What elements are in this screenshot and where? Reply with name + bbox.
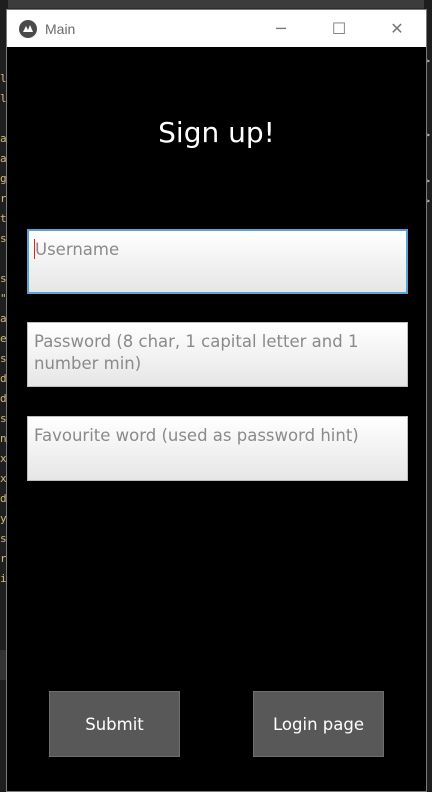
password-placeholder: Password (8 char, 1 capital letter and 1… [34,332,359,373]
app-window: Main ─ ☐ ✕ Sign up! Username Password (8… [6,9,427,792]
maximize-button[interactable]: ☐ [310,10,368,47]
close-button[interactable]: ✕ [368,10,426,47]
kivy-app-icon [19,19,37,38]
password-hint-placeholder: Favourite word (used as password hint) [34,426,359,445]
password-hint-field[interactable]: Favourite word (used as password hint) [27,416,408,481]
maximize-icon: ☐ [331,19,347,38]
window-title: Main [45,20,76,37]
desktop-top-strip [0,0,432,8]
password-field[interactable]: Password (8 char, 1 capital letter and 1… [27,322,408,387]
title-bar[interactable]: Main ─ ☐ ✕ [7,10,426,47]
page-title: Sign up! [158,116,275,149]
close-icon: ✕ [390,19,404,38]
submit-button[interactable]: Submit [49,691,180,757]
username-placeholder: Username [35,240,120,259]
window-controls: ─ ☐ ✕ [252,10,426,47]
login-page-button[interactable]: Login page [253,691,384,757]
minimize-icon: ─ [276,19,286,38]
username-field[interactable]: Username [27,229,408,294]
minimize-button[interactable]: ─ [252,10,310,47]
